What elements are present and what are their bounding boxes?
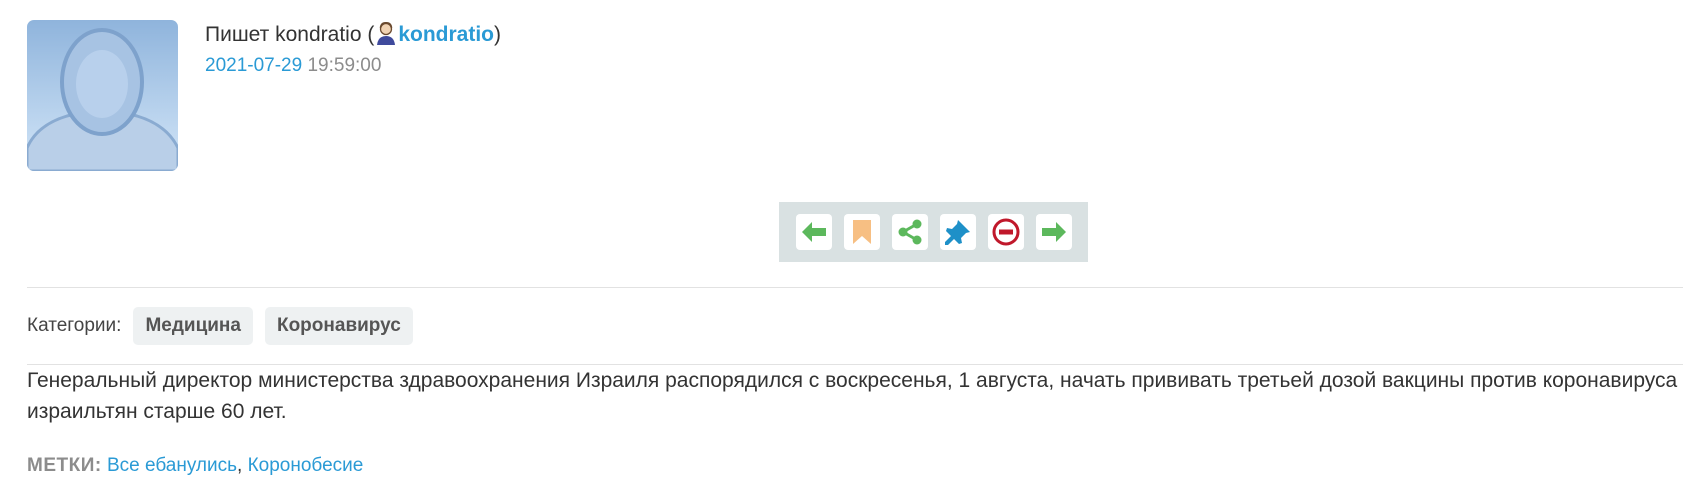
tag-separator: ,: [237, 455, 248, 476]
pin-button[interactable]: [939, 214, 976, 250]
arrow-right-icon: [1041, 222, 1066, 242]
tags: МЕТКИ: Все ебанулись, Коронобесие: [27, 455, 363, 477]
pin-icon: [944, 220, 970, 245]
next-post-button[interactable]: [1035, 214, 1072, 250]
post-time: 19:59:00: [307, 55, 382, 76]
post-body: Генеральный директор министерства здраво…: [27, 369, 1678, 423]
arrow-left-icon: [801, 222, 826, 242]
share-icon: [898, 219, 921, 245]
categories: Категории: Медицина Коронавирус: [27, 307, 413, 345]
author-prefix: Пишет kondratio (: [205, 23, 375, 46]
post-datetime: 2021-07-29 19:59:00: [205, 52, 381, 80]
categories-label: Категории:: [27, 315, 122, 336]
divider: [27, 287, 1683, 288]
block-button[interactable]: [987, 214, 1024, 250]
post-date-link[interactable]: 2021-07-29: [205, 55, 302, 76]
tag-link[interactable]: Коронобесие: [248, 455, 364, 476]
avatar[interactable]: [27, 20, 178, 171]
minus-circle-icon: [992, 218, 1019, 246]
prev-post-button[interactable]: [795, 214, 832, 250]
tags-label: МЕТКИ:: [27, 455, 102, 476]
bookmark-icon: [852, 220, 871, 244]
user-icon[interactable]: [375, 21, 397, 45]
category-chip[interactable]: Коронавирус: [264, 307, 413, 345]
bookmark-button[interactable]: [843, 214, 880, 250]
author-suffix: ): [494, 23, 501, 46]
author-link[interactable]: kondratio: [398, 23, 494, 46]
category-chip[interactable]: Медицина: [133, 307, 253, 345]
tag-link[interactable]: Все ебанулись: [107, 455, 237, 476]
default-avatar-icon: [27, 20, 178, 171]
post-toolbar: [779, 202, 1088, 262]
author-line: Пишет kondratio ( kondratio): [205, 20, 501, 50]
share-button[interactable]: [891, 214, 928, 250]
